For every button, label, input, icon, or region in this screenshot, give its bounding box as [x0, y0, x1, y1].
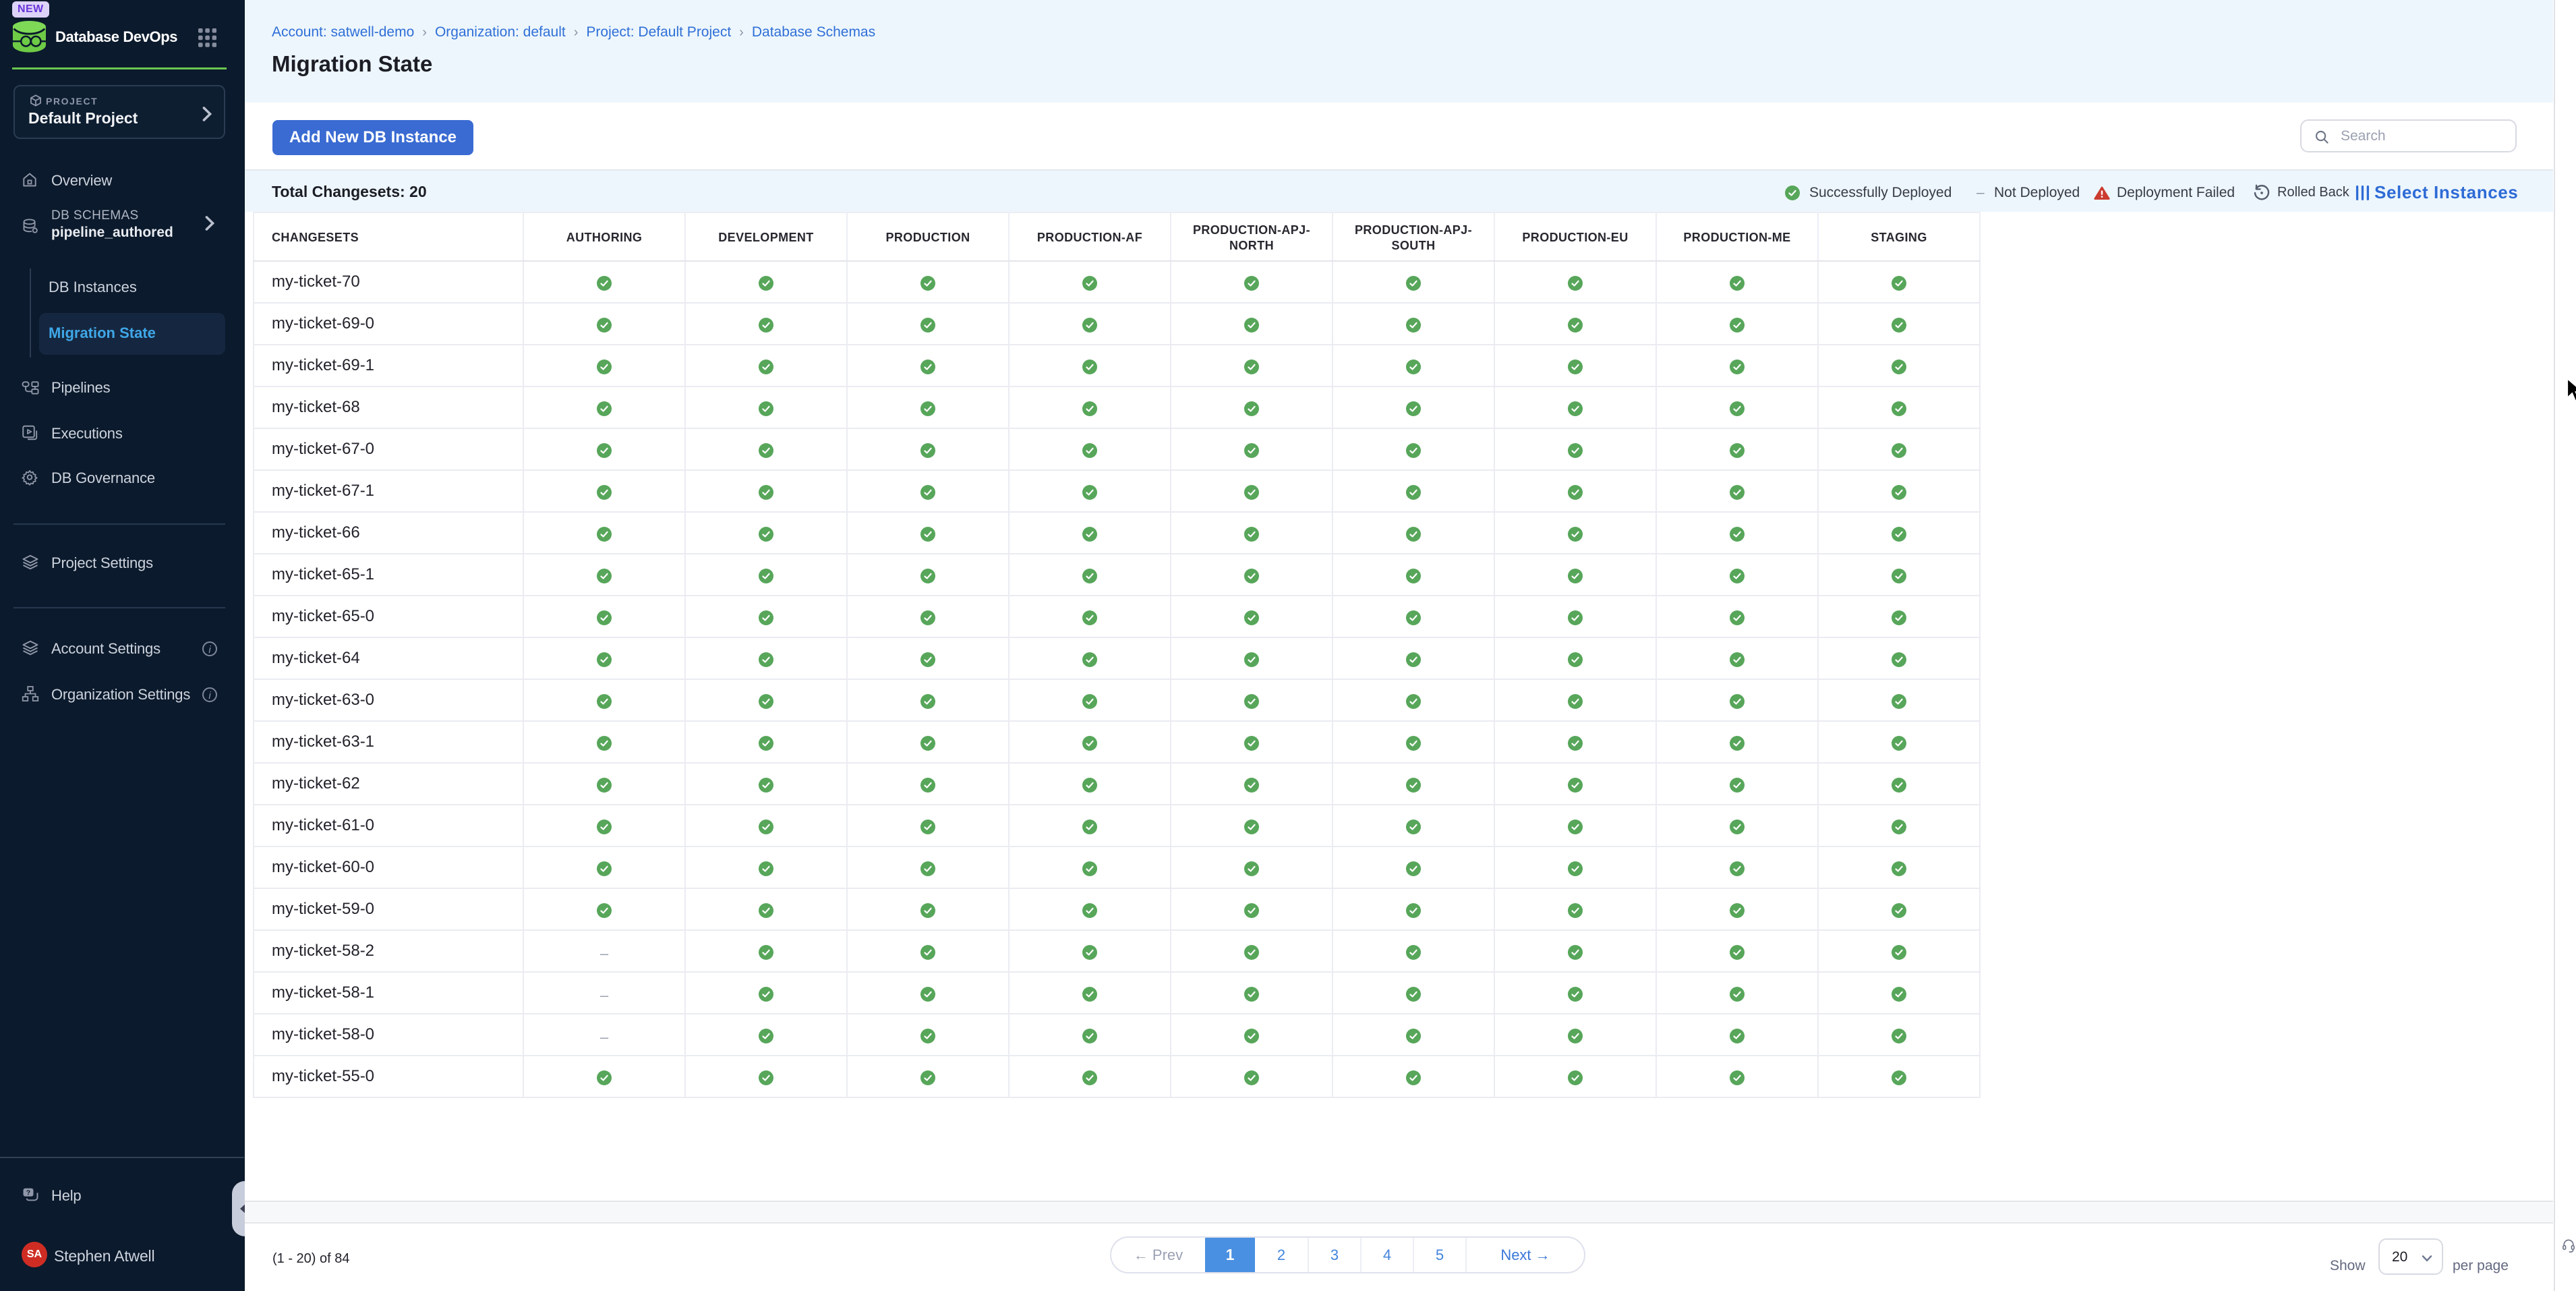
- svg-text:?: ?: [26, 1189, 30, 1197]
